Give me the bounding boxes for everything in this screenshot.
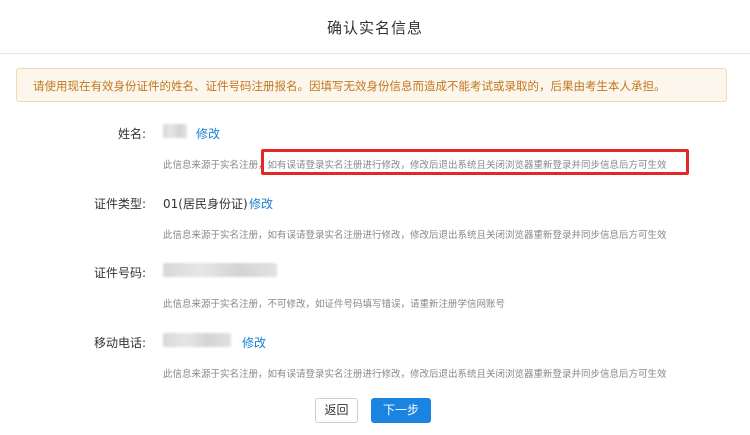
id-type-label: 证件类型: <box>93 197 146 211</box>
id-number-value-redacted <box>163 263 277 277</box>
id-type-value: 01(居民身份证) <box>163 197 248 211</box>
page-title: 确认实名信息 <box>326 19 423 37</box>
name-label: 姓名: <box>117 127 146 141</box>
next-step-button[interactable]: 下一步 <box>371 398 431 423</box>
page-header: 确认实名信息 <box>0 0 750 54</box>
edit-id-type-link[interactable]: 修改 <box>249 195 273 212</box>
name-hint-prefix: 此信息来源于实名注册， <box>163 160 268 171</box>
back-button[interactable]: 返回 <box>315 398 358 423</box>
mobile-hint: 此信息来源于实名注册，如有误请登录实名注册进行修改，修改后退出系统且关闭浏览器重… <box>163 369 667 380</box>
edit-name-link[interactable]: 修改 <box>196 125 220 142</box>
highlight-annotation-box <box>261 149 689 175</box>
id-type-hint: 此信息来源于实名注册，如有误请登录实名注册进行修改，修改后退出系统且关闭浏览器重… <box>163 230 667 241</box>
mobile-label: 移动电话: <box>93 336 146 350</box>
id-number-hint: 此信息来源于实名注册，不可修改，如证件号码填写错误，请重新注册学信网账号 <box>163 299 506 310</box>
name-value-redacted <box>163 124 187 138</box>
edit-mobile-link[interactable]: 修改 <box>242 334 266 351</box>
mobile-value-redacted <box>163 333 231 347</box>
id-number-label: 证件号码: <box>93 266 146 280</box>
notice-text: 请使用现在有效身份证件的姓名、证件号码注册报名。因填写无效身份信息而造成不能考试… <box>33 79 666 93</box>
warning-notice: 请使用现在有效身份证件的姓名、证件号码注册报名。因填写无效身份信息而造成不能考试… <box>16 68 727 102</box>
